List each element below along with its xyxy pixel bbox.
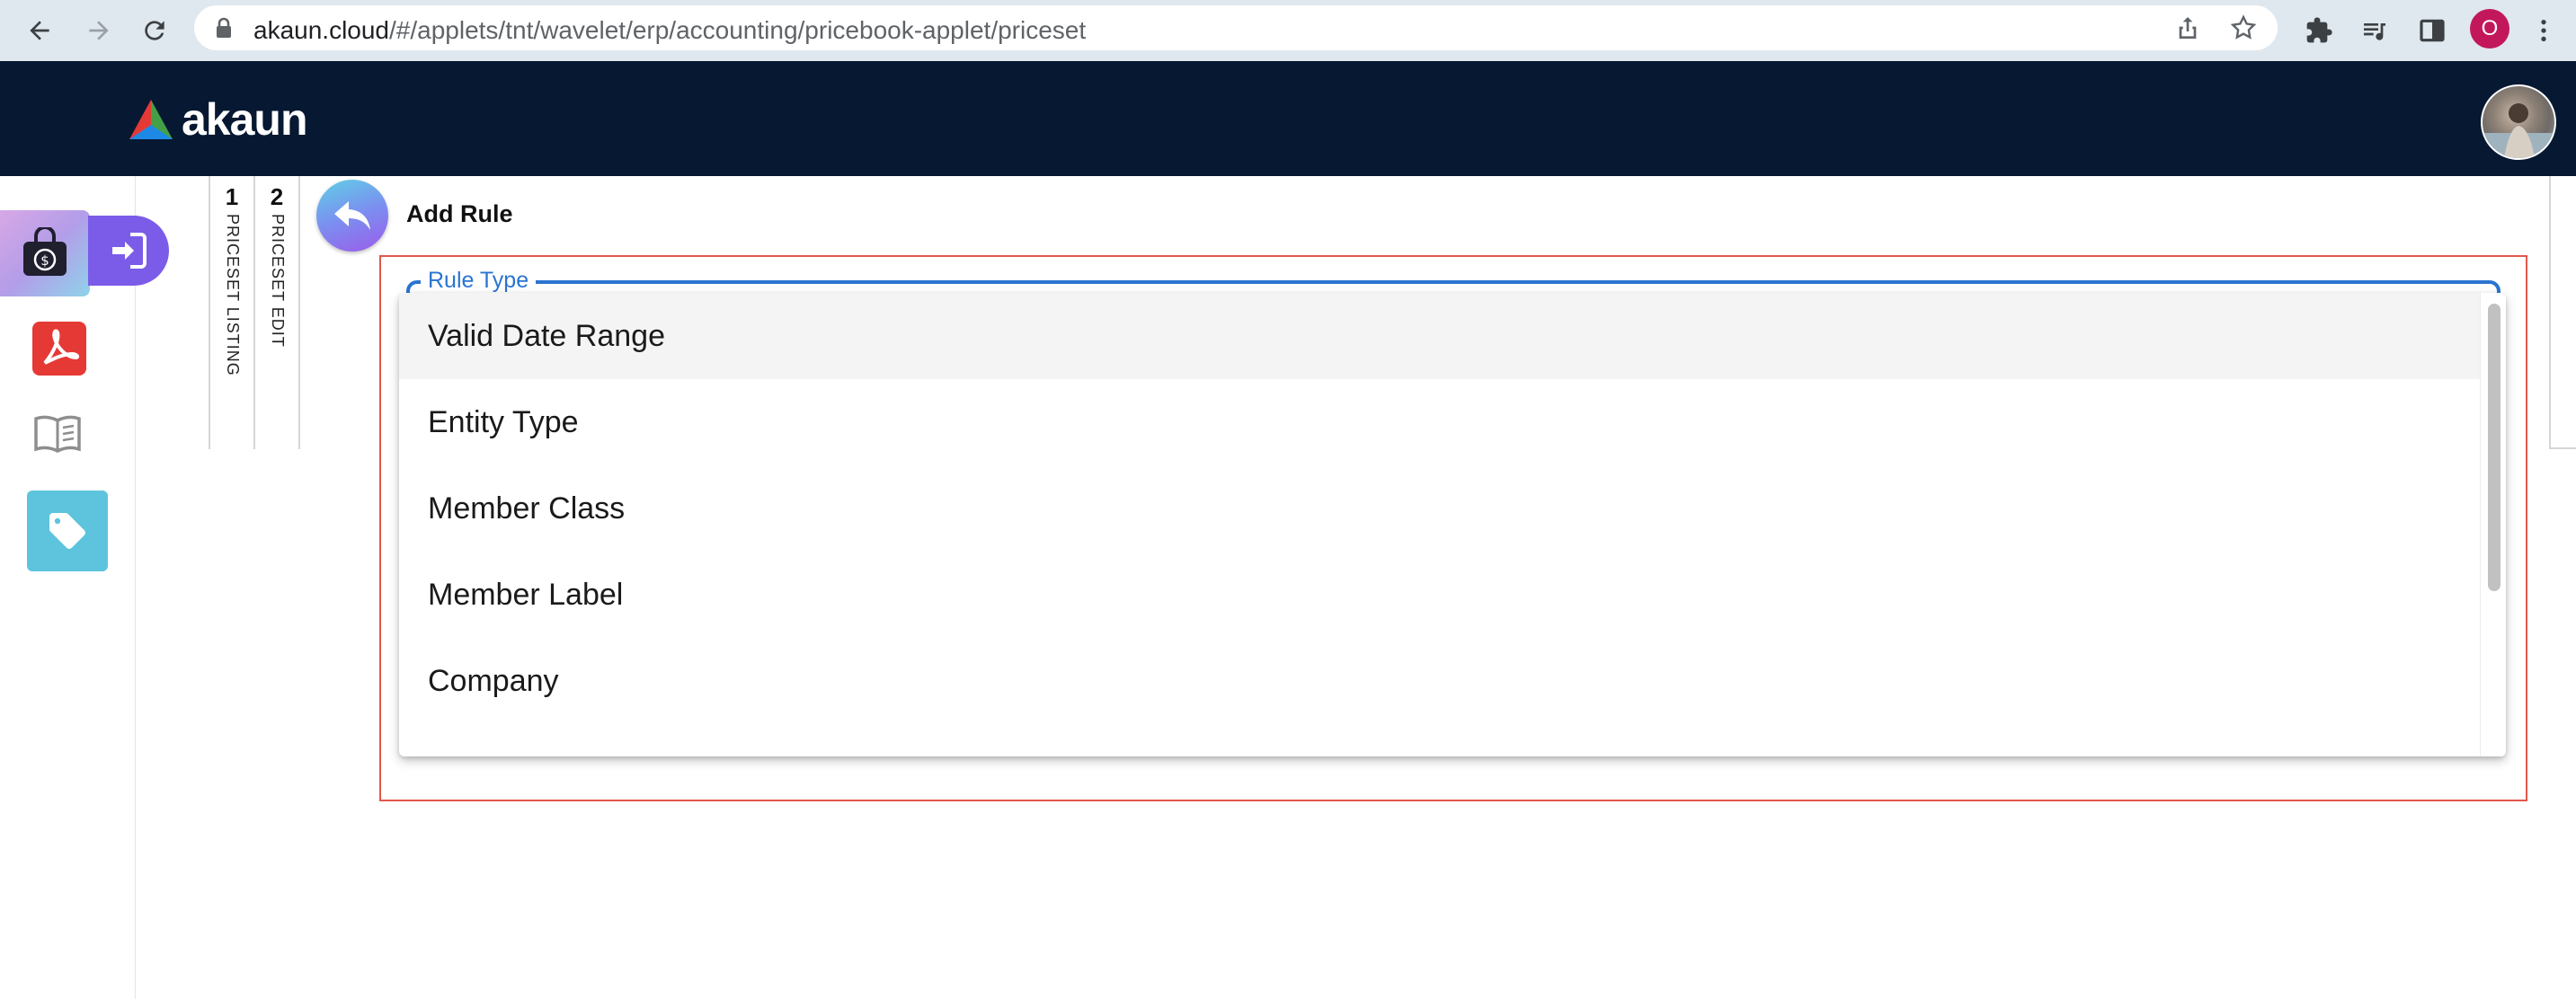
exit-applet-button[interactable] <box>88 216 169 286</box>
panel-divider <box>2549 176 2551 449</box>
url-text: akaun.cloud/#/applets/tnt/wavelet/erp/ac… <box>253 16 1087 44</box>
forward-arrow-icon[interactable] <box>79 11 119 50</box>
profile-initial: O <box>2481 16 2499 40</box>
price-tag-tile[interactable] <box>27 491 108 571</box>
dropdown-option-member-label[interactable]: Member Label <box>399 552 2481 638</box>
panel-divider-bottom <box>2549 447 2576 449</box>
dropdown-option-valid-date-range[interactable]: Valid Date Range <box>399 293 2481 379</box>
step-tab-priceset-listing[interactable]: 1 PRICESET LISTING <box>209 176 255 449</box>
bookmark-star-icon[interactable] <box>2229 13 2258 42</box>
applet-sidebar: $ <box>0 176 169 999</box>
share-icon[interactable] <box>2173 13 2202 42</box>
price-tag-icon <box>49 513 85 549</box>
browser-profile-avatar[interactable]: O <box>2470 9 2509 49</box>
step-label: PRICESET LISTING <box>224 214 242 376</box>
browser-menu-icon[interactable] <box>2526 13 2562 49</box>
rule-type-dropdown: Valid Date Range Entity Type Member Clas… <box>399 293 2506 756</box>
dropdown-option-member-class[interactable]: Member Class <box>399 465 2481 552</box>
pdf-viewer-icon[interactable] <box>32 322 86 376</box>
user-avatar[interactable] <box>2481 84 2556 160</box>
step-label: PRICESET EDIT <box>269 214 287 348</box>
open-book-icon[interactable] <box>32 413 83 453</box>
logo-triangle-icon <box>129 100 173 139</box>
side-panel-icon[interactable] <box>2414 13 2450 49</box>
step-number: 2 <box>270 183 284 210</box>
dropdown-scroll-thumb[interactable] <box>2488 304 2500 591</box>
reply-arrow-icon <box>334 201 370 230</box>
reload-icon[interactable] <box>135 11 174 50</box>
panel-title: Add Rule <box>406 200 513 227</box>
akaun-logo[interactable]: akaun <box>126 93 308 146</box>
back-button[interactable] <box>316 180 388 252</box>
rule-type-label: Rule Type <box>421 268 537 294</box>
address-bar[interactable]: akaun.cloud/#/applets/tnt/wavelet/erp/ac… <box>194 5 2278 50</box>
money-bag-icon: $ <box>23 227 67 276</box>
app-header: akaun <box>0 61 2576 176</box>
svg-text:$: $ <box>40 252 49 269</box>
dropdown-scrollbar[interactable] <box>2480 293 2506 756</box>
pricebook-applet-tile[interactable]: $ <box>0 210 90 296</box>
lock-icon <box>217 17 231 38</box>
back-arrow-icon[interactable] <box>20 11 59 50</box>
step-tab-priceset-edit[interactable]: 2 PRICESET EDIT <box>255 176 300 449</box>
dropdown-option-company[interactable]: Company <box>399 638 2481 724</box>
step-number: 1 <box>225 183 239 210</box>
extensions-puzzle-icon[interactable] <box>2301 13 2337 49</box>
logo-text: akaun <box>182 94 308 145</box>
login-arrow-icon <box>112 233 147 269</box>
browser-toolbar: akaun.cloud/#/applets/tnt/wavelet/erp/ac… <box>0 0 2576 62</box>
dropdown-option-entity-type[interactable]: Entity Type <box>399 379 2481 465</box>
media-playlist-icon[interactable] <box>2357 13 2393 49</box>
